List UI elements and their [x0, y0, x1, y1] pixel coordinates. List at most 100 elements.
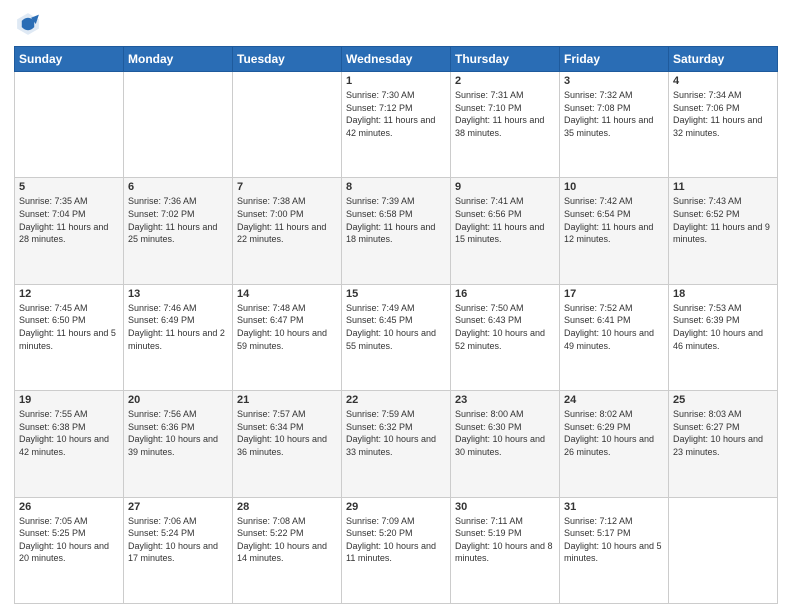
day-info: Sunrise: 7:49 AMSunset: 6:45 PMDaylight:…: [346, 302, 446, 352]
calendar-container: SundayMondayTuesdayWednesdayThursdayFrid…: [0, 0, 792, 612]
day-info: Sunrise: 7:56 AMSunset: 6:36 PMDaylight:…: [128, 408, 228, 458]
week-row-3: 12Sunrise: 7:45 AMSunset: 6:50 PMDayligh…: [15, 284, 778, 390]
week-row-1: 1 Sunrise: 7:30 AMSunset: 7:12 PMDaylight…: [15, 72, 778, 178]
day-info: Sunrise: 7:46 AMSunset: 6:49 PMDaylight:…: [128, 302, 228, 352]
day-cell: 9 Sunrise: 7:41 AMSunset: 6:56 PMDaylight…: [451, 178, 560, 284]
weekday-header-monday: Monday: [124, 47, 233, 72]
day-cell: 7 Sunrise: 7:38 AMSunset: 7:00 PMDaylight…: [233, 178, 342, 284]
day-info: Sunrise: 7:39 AMSunset: 6:58 PMDaylight:…: [346, 195, 446, 245]
day-info: Sunrise: 7:53 AMSunset: 6:39 PMDaylight:…: [673, 302, 773, 352]
day-number: 31: [564, 501, 664, 513]
day-info: Sunrise: 8:02 AMSunset: 6:29 PMDaylight:…: [564, 408, 664, 458]
day-cell: 5 Sunrise: 7:35 AMSunset: 7:04 PMDaylight…: [15, 178, 124, 284]
day-cell: 30 Sunrise: 7:11 AMSunset: 5:19 PMDayligh…: [451, 497, 560, 603]
day-info: Sunrise: 7:30 AMSunset: 7:12 PMDaylight:…: [346, 89, 446, 139]
day-number: 4: [673, 75, 773, 87]
weekday-header-sunday: Sunday: [15, 47, 124, 72]
day-info: Sunrise: 7:50 AMSunset: 6:43 PMDaylight:…: [455, 302, 555, 352]
day-info: Sunrise: 7:08 AMSunset: 5:22 PMDaylight:…: [237, 515, 337, 565]
day-cell: 12Sunrise: 7:45 AMSunset: 6:50 PMDayligh…: [15, 284, 124, 390]
day-cell: 23 Sunrise: 8:00 AMSunset: 6:30 PMDayligh…: [451, 391, 560, 497]
day-cell: 28 Sunrise: 7:08 AMSunset: 5:22 PMDayligh…: [233, 497, 342, 603]
day-info: Sunrise: 7:57 AMSunset: 6:34 PMDaylight:…: [237, 408, 337, 458]
week-row-4: 19 Sunrise: 7:55 AMSunset: 6:38 PMDayligh…: [15, 391, 778, 497]
logo-icon: [14, 10, 42, 38]
day-number: 18: [673, 288, 773, 300]
week-row-2: 5 Sunrise: 7:35 AMSunset: 7:04 PMDaylight…: [15, 178, 778, 284]
weekday-header-thursday: Thursday: [451, 47, 560, 72]
day-number: 9: [455, 181, 555, 193]
day-cell: 31 Sunrise: 7:12 AMSunset: 5:17 PMDayligh…: [560, 497, 669, 603]
day-info: Sunrise: 7:38 AMSunset: 7:00 PMDaylight:…: [237, 195, 337, 245]
day-number: 10: [564, 181, 664, 193]
day-number: 14: [237, 288, 337, 300]
day-number: 12: [19, 288, 119, 300]
day-number: 29: [346, 501, 446, 513]
day-number: 26: [19, 501, 119, 513]
day-cell: 14 Sunrise: 7:48 AMSunset: 6:47 PMDayligh…: [233, 284, 342, 390]
day-cell: 6Sunrise: 7:36 AMSunset: 7:02 PMDaylight…: [124, 178, 233, 284]
day-cell: 15 Sunrise: 7:49 AMSunset: 6:45 PMDayligh…: [342, 284, 451, 390]
day-cell: 21 Sunrise: 7:57 AMSunset: 6:34 PMDayligh…: [233, 391, 342, 497]
day-number: 13: [128, 288, 228, 300]
day-info: Sunrise: 7:35 AMSunset: 7:04 PMDaylight:…: [19, 195, 119, 245]
day-info: Sunrise: 7:11 AMSunset: 5:19 PMDaylight:…: [455, 515, 555, 565]
day-number: 5: [19, 181, 119, 193]
day-info: Sunrise: 7:55 AMSunset: 6:38 PMDaylight:…: [19, 408, 119, 458]
day-info: Sunrise: 8:00 AMSunset: 6:30 PMDaylight:…: [455, 408, 555, 458]
day-number: 24: [564, 394, 664, 406]
day-info: Sunrise: 7:09 AMSunset: 5:20 PMDaylight:…: [346, 515, 446, 565]
day-number: 28: [237, 501, 337, 513]
day-number: 20: [128, 394, 228, 406]
weekday-header-saturday: Saturday: [669, 47, 778, 72]
day-cell: 1 Sunrise: 7:30 AMSunset: 7:12 PMDaylight…: [342, 72, 451, 178]
day-number: 27: [128, 501, 228, 513]
day-cell: 13 Sunrise: 7:46 AMSunset: 6:49 PMDayligh…: [124, 284, 233, 390]
day-info: Sunrise: 7:52 AMSunset: 6:41 PMDaylight:…: [564, 302, 664, 352]
day-number: 19: [19, 394, 119, 406]
day-cell: [669, 497, 778, 603]
day-info: Sunrise: 7:06 AMSunset: 5:24 PMDaylight:…: [128, 515, 228, 565]
day-info: Sunrise: 7:41 AMSunset: 6:56 PMDaylight:…: [455, 195, 555, 245]
header: [14, 10, 778, 38]
day-cell: 8Sunrise: 7:39 AMSunset: 6:58 PMDaylight…: [342, 178, 451, 284]
week-row-5: 26Sunrise: 7:05 AMSunset: 5:25 PMDayligh…: [15, 497, 778, 603]
day-cell: 4 Sunrise: 7:34 AMSunset: 7:06 PMDaylight…: [669, 72, 778, 178]
day-cell: 11 Sunrise: 7:43 AMSunset: 6:52 PMDayligh…: [669, 178, 778, 284]
logo: [14, 10, 46, 38]
day-info: Sunrise: 7:43 AMSunset: 6:52 PMDaylight:…: [673, 195, 773, 245]
day-info: Sunrise: 7:12 AMSunset: 5:17 PMDaylight:…: [564, 515, 664, 565]
day-cell: 2 Sunrise: 7:31 AMSunset: 7:10 PMDaylight…: [451, 72, 560, 178]
day-cell: 25Sunrise: 8:03 AMSunset: 6:27 PMDayligh…: [669, 391, 778, 497]
day-number: 11: [673, 181, 773, 193]
day-cell: 16 Sunrise: 7:50 AMSunset: 6:43 PMDayligh…: [451, 284, 560, 390]
day-info: Sunrise: 7:59 AMSunset: 6:32 PMDaylight:…: [346, 408, 446, 458]
day-number: 6: [128, 181, 228, 193]
day-number: 2: [455, 75, 555, 87]
calendar-table: SundayMondayTuesdayWednesdayThursdayFrid…: [14, 46, 778, 604]
day-number: 7: [237, 181, 337, 193]
day-number: 23: [455, 394, 555, 406]
day-number: 16: [455, 288, 555, 300]
day-cell: 10Sunrise: 7:42 AMSunset: 6:54 PMDayligh…: [560, 178, 669, 284]
day-cell: 27 Sunrise: 7:06 AMSunset: 5:24 PMDayligh…: [124, 497, 233, 603]
day-cell: 29 Sunrise: 7:09 AMSunset: 5:20 PMDayligh…: [342, 497, 451, 603]
day-number: 3: [564, 75, 664, 87]
day-number: 21: [237, 394, 337, 406]
day-cell: [233, 72, 342, 178]
day-info: Sunrise: 7:34 AMSunset: 7:06 PMDaylight:…: [673, 89, 773, 139]
day-cell: [15, 72, 124, 178]
day-cell: 26Sunrise: 7:05 AMSunset: 5:25 PMDayligh…: [15, 497, 124, 603]
day-cell: [124, 72, 233, 178]
day-cell: 19 Sunrise: 7:55 AMSunset: 6:38 PMDayligh…: [15, 391, 124, 497]
weekday-header-row: SundayMondayTuesdayWednesdayThursdayFrid…: [15, 47, 778, 72]
weekday-header-wednesday: Wednesday: [342, 47, 451, 72]
day-number: 15: [346, 288, 446, 300]
day-info: Sunrise: 7:31 AMSunset: 7:10 PMDaylight:…: [455, 89, 555, 139]
day-number: 1: [346, 75, 446, 87]
day-info: Sunrise: 7:32 AMSunset: 7:08 PMDaylight:…: [564, 89, 664, 139]
day-number: 17: [564, 288, 664, 300]
day-info: Sunrise: 7:48 AMSunset: 6:47 PMDaylight:…: [237, 302, 337, 352]
day-cell: 22Sunrise: 7:59 AMSunset: 6:32 PMDayligh…: [342, 391, 451, 497]
day-number: 30: [455, 501, 555, 513]
